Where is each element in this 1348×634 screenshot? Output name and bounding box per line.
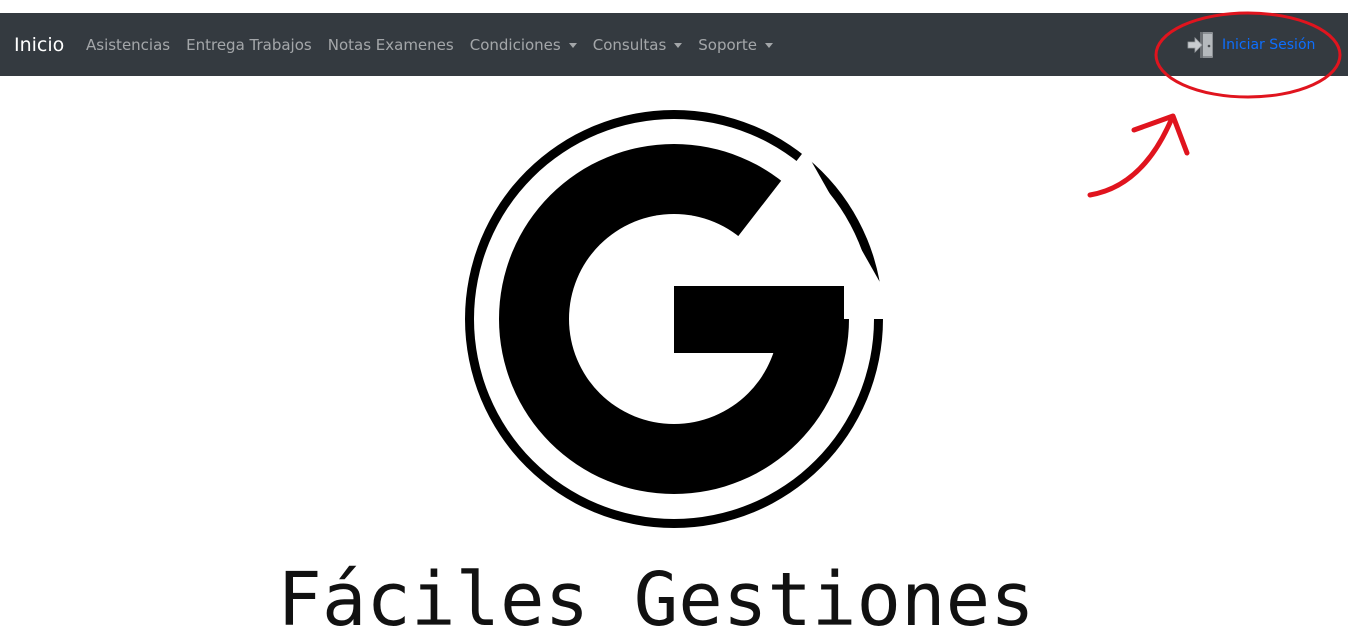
brand-link[interactable]: Inicio [14, 33, 64, 57]
door-enter-icon [1187, 32, 1213, 58]
top-strip [0, 0, 1348, 13]
page-title: Fáciles Gestiones [277, 557, 1035, 634]
nav-link-label: Soporte [698, 36, 757, 54]
nav-dropdown-condiciones[interactable]: Condiciones [462, 36, 585, 55]
nav-links: Asistencias Entrega Trabajos Notas Exame… [78, 36, 781, 55]
nav-link-label: Condiciones [469, 36, 561, 54]
login-link[interactable]: Iniciar Sesión [1186, 30, 1315, 60]
nav-link-label: Consultas [592, 36, 667, 54]
letter-g-logo [465, 110, 888, 528]
nav-dropdown-consultas[interactable]: Consultas [585, 36, 691, 55]
nav-link-label: Asistencias [86, 36, 171, 54]
nav-link-label: Notas Examenes [327, 36, 454, 54]
caret-down-icon [674, 43, 683, 48]
navbar: Inicio Asistencias Entrega Trabajos Nota… [0, 13, 1348, 76]
nav-link-asistencias[interactable]: Asistencias [78, 36, 178, 55]
login-label: Iniciar Sesión [1222, 37, 1316, 53]
nav-link-entrega-trabajos[interactable]: Entrega Trabajos [178, 36, 320, 55]
page: Inicio Asistencias Entrega Trabajos Nota… [0, 0, 1348, 634]
caret-down-icon [568, 43, 577, 48]
pointer-arrow [1087, 113, 1190, 198]
nav-link-notas-examenes[interactable]: Notas Examenes [320, 36, 462, 55]
caret-down-icon [764, 43, 773, 48]
nav-link-label: Entrega Trabajos [186, 36, 312, 54]
nav-dropdown-soporte[interactable]: Soporte [690, 36, 781, 55]
